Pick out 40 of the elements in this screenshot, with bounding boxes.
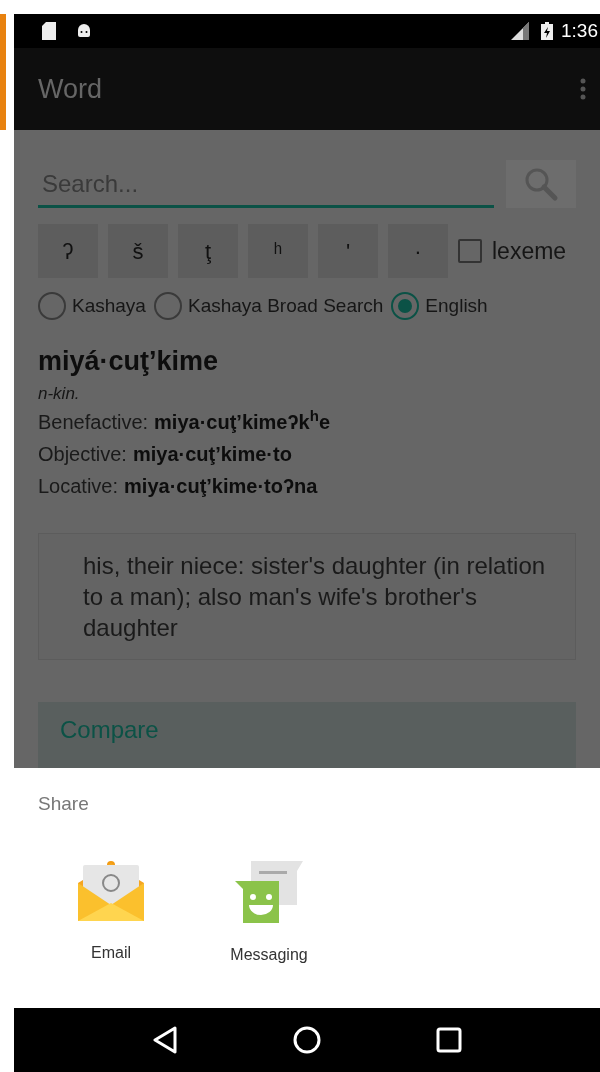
- radio-label: English: [425, 294, 488, 318]
- form-label: Locative:: [38, 473, 119, 499]
- share-target[interactable]: Email: [56, 860, 166, 967]
- lexeme-label: lexeme: [492, 236, 567, 266]
- compare-heading: Compare: [60, 715, 159, 743]
- form-value: miya·cuţ’kime·to: [132, 441, 292, 467]
- android-icon: [76, 23, 92, 39]
- clock-time: 1:36: [561, 18, 599, 43]
- character-key[interactable]: ': [318, 224, 378, 278]
- form-label: Benefactive:: [38, 409, 149, 435]
- definition-text: his, their niece: sister's daughter (in relation to a man); also man's wife's brother's daughter: [38, 532, 576, 660]
- share-target[interactable]: Messaging: [214, 860, 324, 967]
- radio-button[interactable]: [391, 292, 420, 321]
- character-key[interactable]: ţ: [178, 224, 238, 278]
- chat-bubbles-icon: [235, 860, 303, 925]
- share-title: Share: [38, 792, 90, 816]
- radio-label: Kashaya: [72, 294, 146, 318]
- sd-card-icon: [42, 22, 56, 40]
- radio-label: Kashaya Broad Search: [187, 294, 384, 318]
- form-value: miya·cuţ’kimeʔk$^{h}$e: [154, 406, 330, 435]
- character-key[interactable]: š: [108, 224, 168, 278]
- form-label: Objective:: [38, 441, 127, 467]
- battery-charging-icon: [541, 22, 553, 40]
- radio-button[interactable]: [153, 292, 182, 321]
- home-icon[interactable]: [293, 1026, 321, 1054]
- form-value: miya·cuţ’kime·toʔna: [124, 473, 318, 499]
- overflow-menu-icon[interactable]: [580, 78, 586, 100]
- back-icon[interactable]: [151, 1026, 178, 1054]
- headword: miyá·cuţ’kime: [38, 344, 220, 378]
- character-key[interactable]: ʔ: [38, 224, 98, 278]
- radio-button[interactable]: [38, 292, 66, 321]
- part-of-speech: n-kin.: [38, 383, 81, 405]
- lexeme-checkbox[interactable]: [458, 239, 482, 263]
- envelope-icon: [78, 860, 144, 923]
- search-icon: [523, 166, 559, 202]
- character-key[interactable]: ʰ: [248, 224, 308, 278]
- app-bar-title: Word: [38, 72, 104, 106]
- recent-apps-icon[interactable]: [436, 1027, 463, 1053]
- search-button[interactable]: [506, 160, 576, 208]
- character-key[interactable]: ·: [388, 224, 448, 278]
